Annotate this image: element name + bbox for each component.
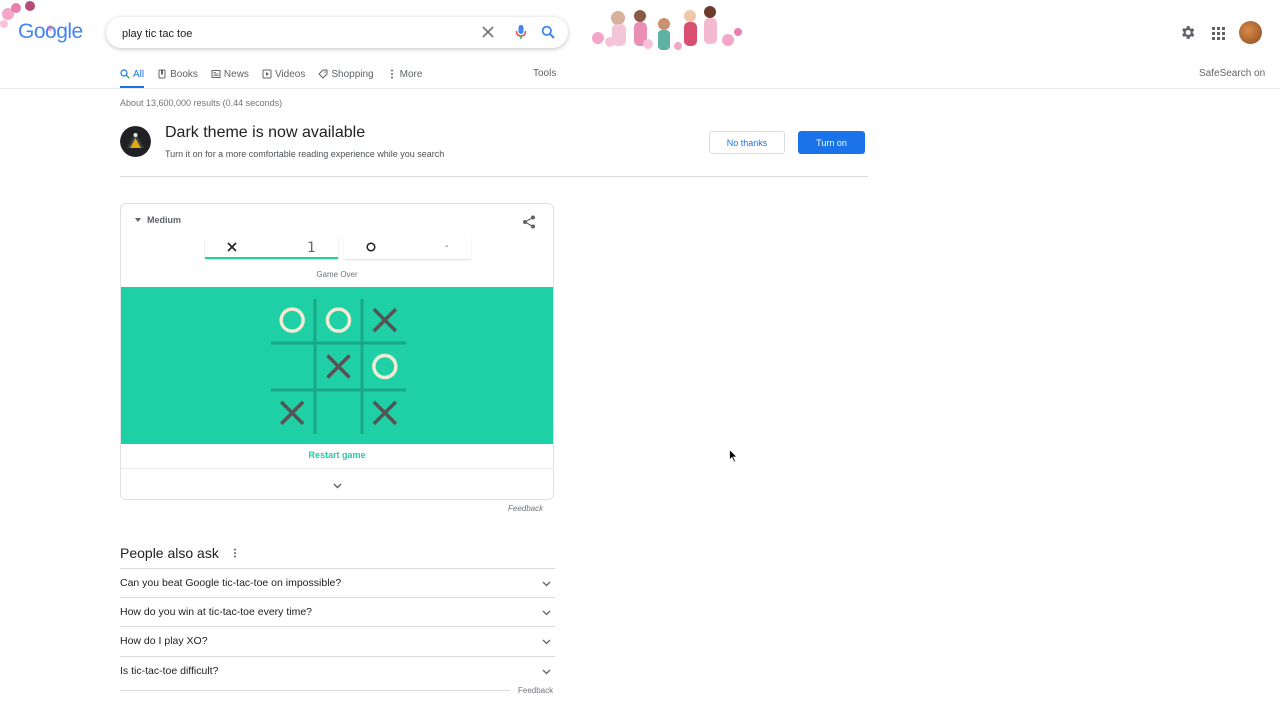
promo-divider xyxy=(120,176,868,177)
tab-videos[interactable]: Videos xyxy=(262,67,305,81)
x-mark-icon xyxy=(326,354,351,379)
more-vert-icon[interactable] xyxy=(233,548,237,558)
apps-grid-icon[interactable] xyxy=(1212,27,1225,40)
settings-gear-icon[interactable] xyxy=(1179,24,1196,41)
paa-question-row[interactable]: Is tic-tac-toe difficult? xyxy=(120,656,555,685)
paa-divider xyxy=(120,690,510,691)
tic-tac-toe-card: Medium 1 - Game Over Restart game xyxy=(120,203,554,500)
video-icon xyxy=(262,69,272,79)
score-o-panel: - xyxy=(344,237,471,259)
search-icon xyxy=(120,69,130,79)
tab-shopping[interactable]: Shopping xyxy=(318,67,374,81)
more-vert-icon xyxy=(390,69,393,79)
x-mark-icon xyxy=(372,400,398,426)
score-o-value: - xyxy=(445,241,449,252)
tab-all[interactable]: All xyxy=(120,67,145,88)
doodle-illustration[interactable] xyxy=(588,2,743,58)
account-avatar[interactable] xyxy=(1239,21,1262,44)
paa-question-row[interactable]: How do you win at tic-tac-toe every time… xyxy=(120,597,555,626)
paa-feedback-link[interactable]: Feedback xyxy=(518,686,553,695)
paa-question: How do you win at tic-tac-toe every time… xyxy=(120,606,312,618)
paa-question-row[interactable]: How do I play XO? xyxy=(120,626,555,655)
paa-question: Is tic-tac-toe difficult? xyxy=(120,665,219,677)
score-x-value: 1 xyxy=(307,240,316,256)
o-mark-icon xyxy=(279,307,305,333)
tab-label: More xyxy=(399,68,423,80)
chevron-down-icon xyxy=(542,581,551,587)
book-icon xyxy=(158,69,166,79)
people-also-ask-title: People also ask xyxy=(120,545,219,561)
restart-game-button[interactable]: Restart game xyxy=(121,450,553,460)
tab-label: News xyxy=(223,68,249,80)
difficulty-dropdown[interactable]: Medium xyxy=(135,215,181,225)
result-stats: About 13,600,000 results (0.44 seconds) xyxy=(120,98,283,108)
tab-more[interactable]: More xyxy=(387,67,423,81)
news-icon xyxy=(211,70,221,78)
share-icon[interactable] xyxy=(522,215,536,229)
x-mark-icon xyxy=(227,242,237,252)
o-mark-icon xyxy=(372,353,398,380)
search-tabs: All Books News Videos Shopping More xyxy=(120,67,435,89)
game-board[interactable] xyxy=(269,297,408,436)
microphone-icon[interactable] xyxy=(514,24,528,40)
x-mark-icon xyxy=(279,400,305,426)
o-mark-icon xyxy=(366,242,376,252)
logo-text: Google xyxy=(18,20,83,43)
x-mark-icon xyxy=(372,307,398,333)
promo-title: Dark theme is now available xyxy=(165,124,366,141)
tab-label: All xyxy=(133,68,145,80)
card-separator xyxy=(121,468,553,469)
tab-books[interactable]: Books xyxy=(157,67,198,81)
chevron-down-icon xyxy=(542,639,551,645)
tab-label: Shopping xyxy=(331,68,374,80)
tab-news[interactable]: News xyxy=(211,67,249,81)
difficulty-label: Medium xyxy=(147,215,182,225)
o-mark-icon xyxy=(325,307,352,333)
no-thanks-button[interactable]: No thanks xyxy=(709,131,785,154)
header-divider xyxy=(0,88,1280,89)
feedback-link[interactable]: Feedback xyxy=(508,504,543,513)
promo-subtitle: Turn it on for a more comfortable readin… xyxy=(165,149,445,159)
paa-question: Can you beat Google tic-tac-toe on impos… xyxy=(120,577,342,589)
game-status: Game Over xyxy=(316,270,358,279)
search-box xyxy=(106,17,568,50)
game-board-area xyxy=(121,287,553,444)
paa-question-row[interactable]: Can you beat Google tic-tac-toe on impos… xyxy=(120,568,555,597)
paa-question: How do I play XO? xyxy=(120,635,208,647)
mouse-cursor-icon xyxy=(729,449,738,463)
tab-label: Books xyxy=(170,68,198,80)
chevron-down-icon[interactable] xyxy=(332,480,343,491)
tab-label: Videos xyxy=(274,68,306,80)
chevron-down-icon xyxy=(542,610,551,616)
caret-down-icon xyxy=(135,218,141,222)
safesearch-link[interactable]: SafeSearch on xyxy=(1199,68,1265,79)
tag-icon xyxy=(318,69,328,79)
dark-theme-icon xyxy=(120,126,151,157)
score-x-panel: 1 xyxy=(205,237,338,259)
clear-icon[interactable] xyxy=(481,25,495,39)
turn-on-button[interactable]: Turn on xyxy=(798,131,865,154)
search-icon[interactable] xyxy=(541,25,555,39)
search-input[interactable] xyxy=(120,17,464,50)
chevron-down-icon xyxy=(542,669,551,675)
tools-button[interactable]: Tools xyxy=(533,68,556,79)
